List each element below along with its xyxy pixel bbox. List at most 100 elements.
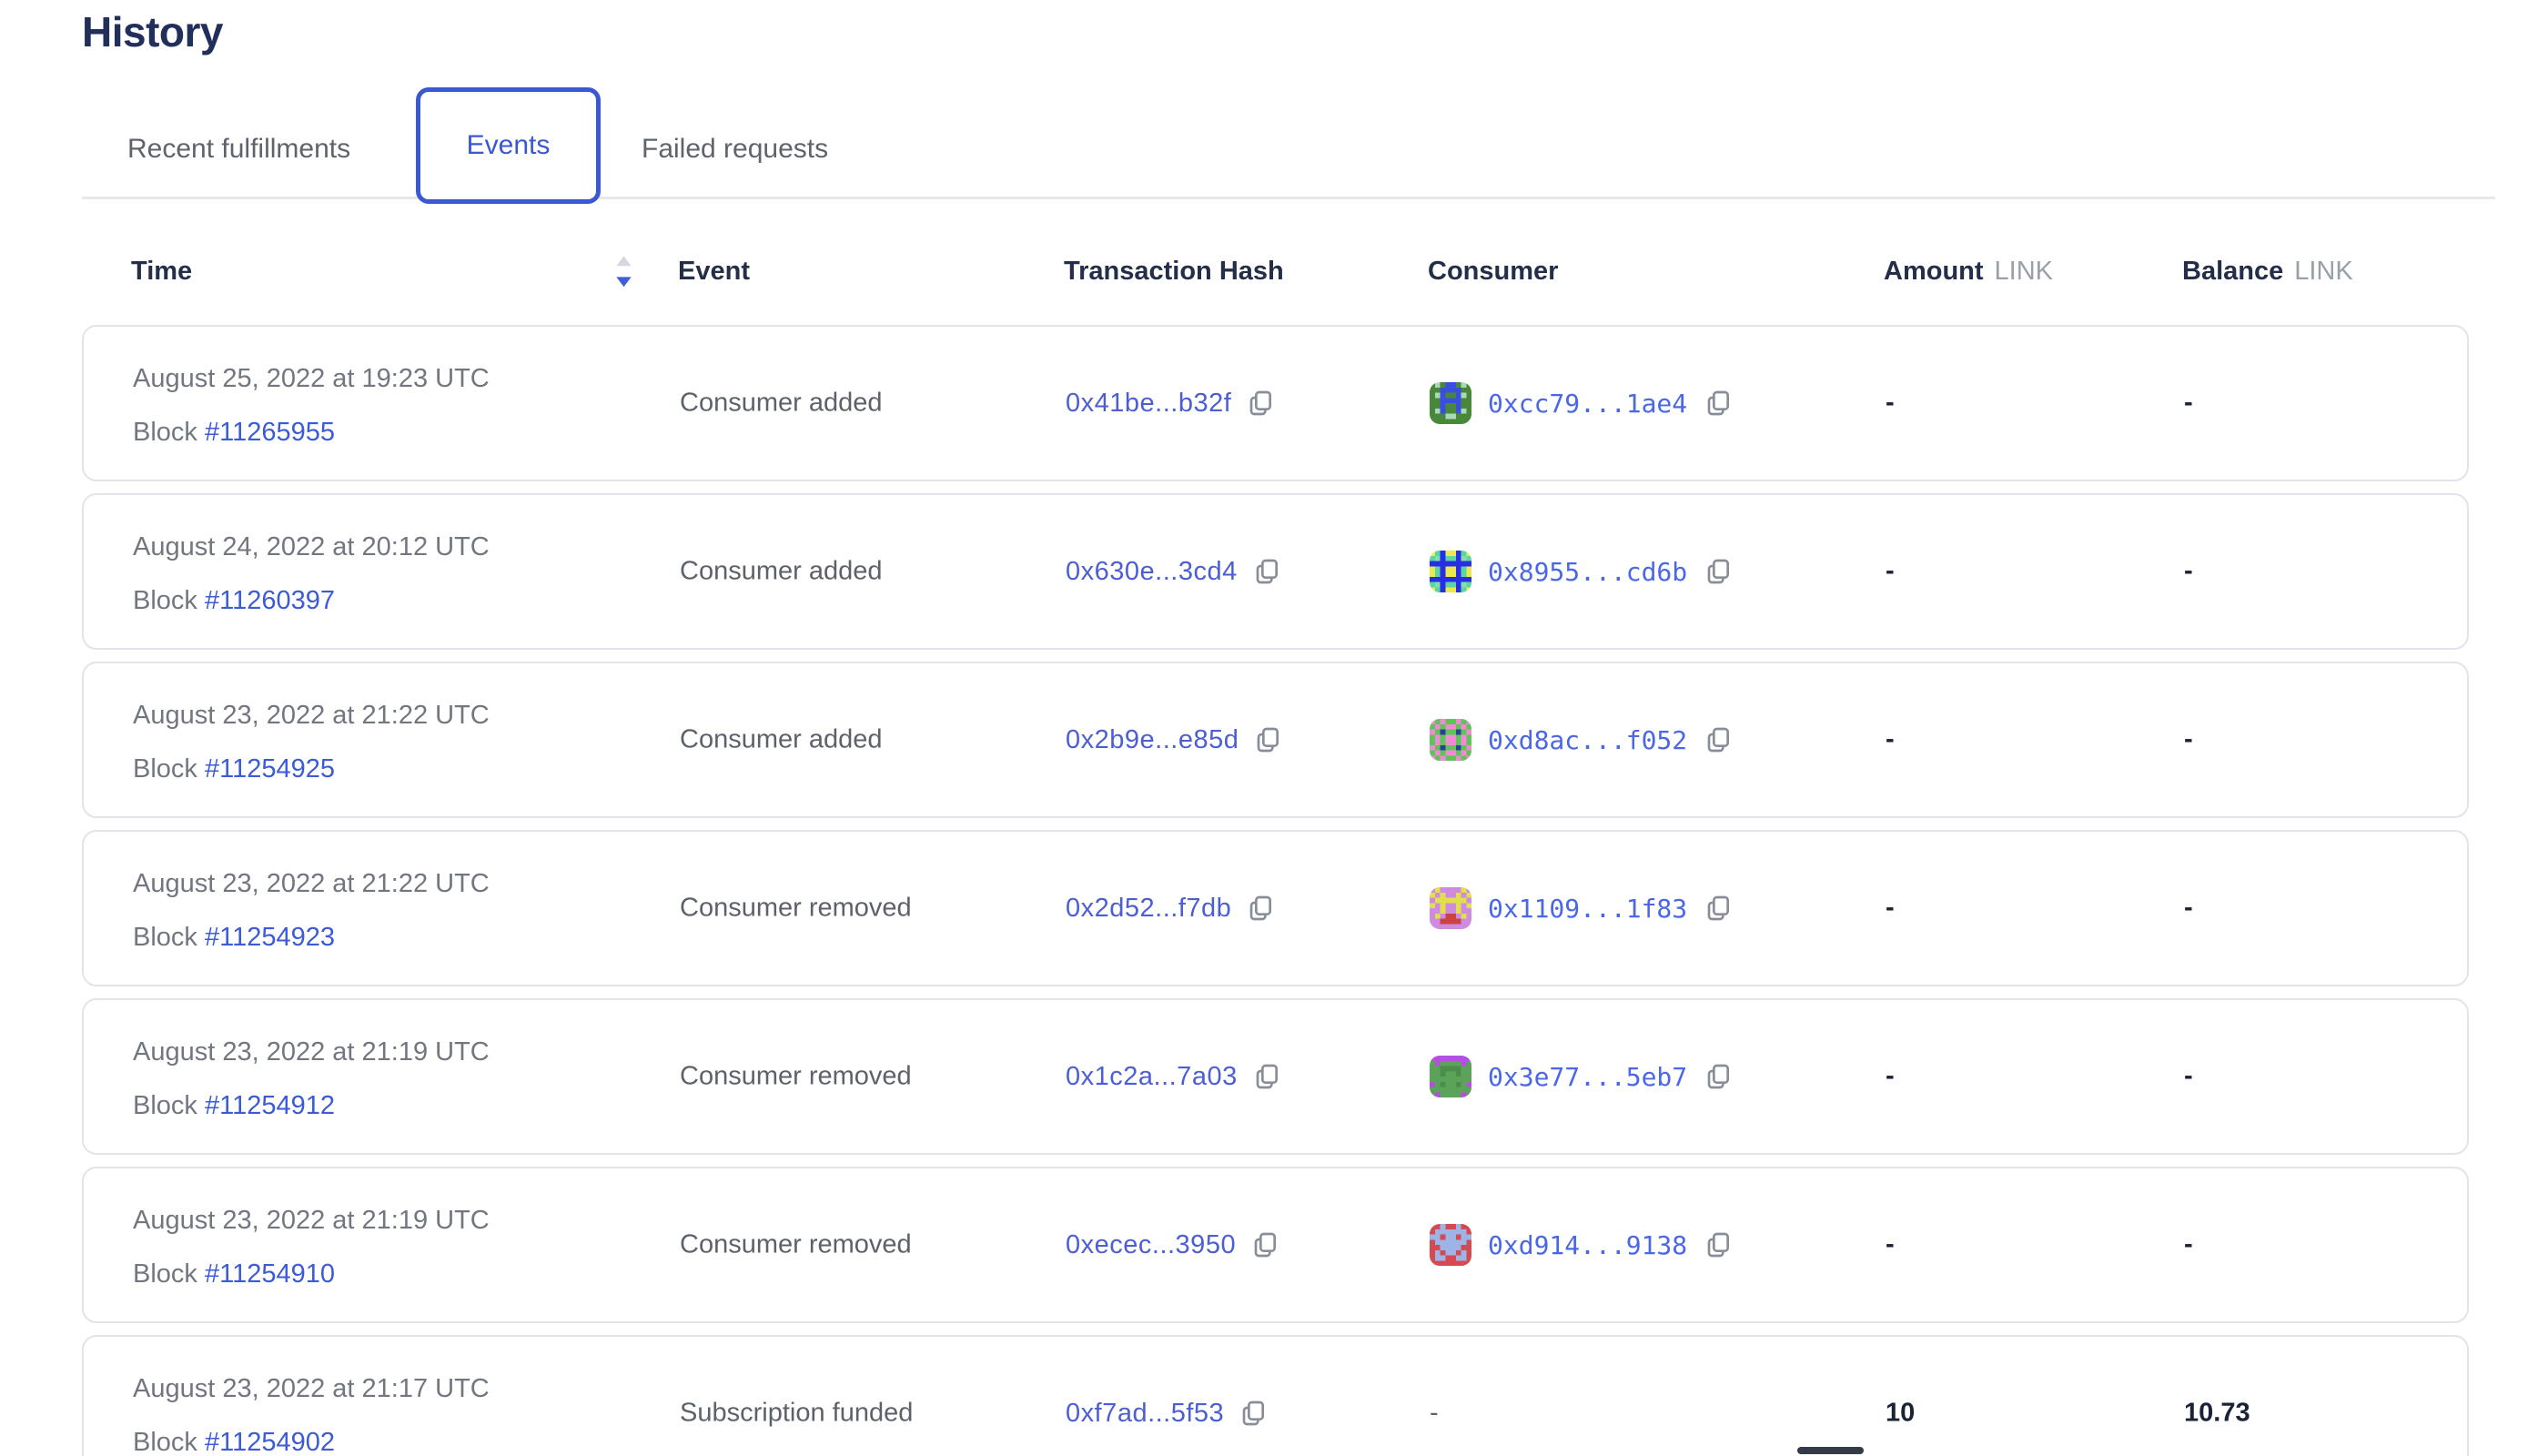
copy-icon[interactable] bbox=[1250, 1228, 1279, 1261]
column-header-consumer[interactable]: Consumer bbox=[1428, 257, 1558, 287]
row-timestamp: August 23, 2022 at 21:22 UTC bbox=[133, 701, 490, 731]
consumer-cell: - bbox=[1430, 1399, 1439, 1429]
consumer-cell: 0x1109...1f83 bbox=[1430, 887, 1733, 929]
block-line: Block #11260397 bbox=[133, 586, 490, 616]
block-line: Block #11254902 bbox=[133, 1428, 490, 1456]
consumer-address-link[interactable]: 0x3e77...5eb7 bbox=[1488, 1062, 1687, 1092]
tab-events[interactable]: Events bbox=[416, 87, 601, 204]
block-label: Block bbox=[133, 1428, 197, 1456]
event-type: Consumer removed bbox=[680, 894, 912, 924]
transaction-hash-link[interactable]: 0xf7ad...5f53 bbox=[1066, 1399, 1224, 1429]
balance-value: 10.73 bbox=[2184, 1399, 2250, 1429]
tab-recent-fulfillments[interactable]: Recent fulfillments bbox=[127, 134, 350, 165]
block-number-link[interactable]: #11260397 bbox=[205, 586, 335, 615]
consumer-avatar bbox=[1430, 1224, 1471, 1266]
copy-icon[interactable] bbox=[1246, 387, 1275, 420]
consumer-address-link[interactable]: 0xcc79...1ae4 bbox=[1488, 389, 1687, 419]
amount-value: - bbox=[1886, 1062, 1895, 1092]
balance-value: - bbox=[2184, 1062, 2193, 1092]
transaction-hash-link[interactable]: 0x630e...3cd4 bbox=[1066, 557, 1238, 587]
copy-icon[interactable] bbox=[1704, 555, 1733, 588]
row-timestamp: August 24, 2022 at 20:12 UTC bbox=[133, 532, 490, 562]
time-cell: August 23, 2022 at 21:17 UTC Block #1125… bbox=[133, 1374, 490, 1456]
consumer-avatar bbox=[1430, 551, 1471, 592]
consumer-avatar bbox=[1430, 887, 1471, 929]
tab-failed-requests[interactable]: Failed requests bbox=[642, 134, 828, 165]
balance-unit-label: LINK bbox=[2294, 257, 2352, 286]
column-header-transaction-hash[interactable]: Transaction Hash bbox=[1064, 257, 1284, 287]
consumer-address-link[interactable]: 0xd8ac...f052 bbox=[1488, 725, 1687, 755]
block-line: Block #11254925 bbox=[133, 754, 490, 784]
sort-descending-icon[interactable] bbox=[615, 255, 632, 294]
table-row: August 23, 2022 at 21:19 UTC Block #1125… bbox=[82, 998, 2469, 1155]
event-type: Consumer added bbox=[680, 725, 882, 755]
block-line: Block #11254912 bbox=[133, 1091, 490, 1121]
copy-icon[interactable] bbox=[1252, 555, 1281, 588]
event-type: Consumer removed bbox=[680, 1230, 912, 1260]
copy-icon[interactable] bbox=[1704, 1060, 1733, 1093]
time-cell: August 23, 2022 at 21:19 UTC Block #1125… bbox=[133, 1037, 490, 1121]
balance-value: - bbox=[2184, 557, 2193, 587]
transaction-hash-link[interactable]: 0xecec...3950 bbox=[1066, 1230, 1236, 1260]
copy-icon[interactable] bbox=[1704, 387, 1733, 420]
block-number-link[interactable]: #11254923 bbox=[205, 923, 335, 952]
consumer-address-link[interactable]: 0x1109...1f83 bbox=[1488, 894, 1687, 924]
consumer-address-link[interactable]: 0xd914...9138 bbox=[1488, 1230, 1687, 1260]
consumer-empty: - bbox=[1430, 1399, 1439, 1429]
block-number-link[interactable]: #11265955 bbox=[205, 418, 335, 447]
consumer-avatar bbox=[1430, 1056, 1471, 1097]
block-label: Block bbox=[133, 923, 197, 952]
amount-unit-label: LINK bbox=[1995, 257, 2053, 286]
copy-icon[interactable] bbox=[1253, 723, 1282, 756]
block-number-link[interactable]: #11254925 bbox=[205, 754, 335, 784]
transaction-hash-cell: 0x1c2a...7a03 bbox=[1066, 1060, 1281, 1093]
block-number-link[interactable]: #11254912 bbox=[205, 1091, 335, 1120]
table-row: August 23, 2022 at 21:17 UTC Block #1125… bbox=[82, 1335, 2469, 1456]
block-label: Block bbox=[133, 754, 197, 784]
column-header-balance[interactable]: Balance LINK bbox=[2182, 257, 2353, 287]
table-row: August 23, 2022 at 21:22 UTC Block #1125… bbox=[82, 830, 2469, 986]
column-header-amount[interactable]: Amount LINK bbox=[1884, 257, 2053, 287]
transaction-hash-link[interactable]: 0x2d52...f7db bbox=[1066, 894, 1231, 924]
consumer-avatar bbox=[1430, 719, 1471, 761]
time-cell: August 24, 2022 at 20:12 UTC Block #1126… bbox=[133, 532, 490, 616]
event-type: Consumer added bbox=[680, 557, 882, 587]
transaction-hash-link[interactable]: 0x2b9e...e85d bbox=[1066, 725, 1239, 755]
amount-value: - bbox=[1886, 894, 1895, 924]
block-number-link[interactable]: #11254902 bbox=[205, 1428, 335, 1456]
block-number-link[interactable]: #11254910 bbox=[205, 1259, 335, 1289]
consumer-cell: 0x3e77...5eb7 bbox=[1430, 1056, 1733, 1097]
copy-icon[interactable] bbox=[1704, 723, 1733, 756]
row-timestamp: August 25, 2022 at 19:23 UTC bbox=[133, 364, 490, 394]
row-timestamp: August 23, 2022 at 21:19 UTC bbox=[133, 1206, 490, 1236]
block-label: Block bbox=[133, 586, 197, 615]
page-title: History bbox=[82, 7, 223, 56]
consumer-cell: 0xcc79...1ae4 bbox=[1430, 382, 1733, 424]
copy-icon[interactable] bbox=[1252, 1060, 1281, 1093]
copy-icon[interactable] bbox=[1239, 1397, 1268, 1430]
consumer-cell: 0x8955...cd6b bbox=[1430, 551, 1733, 592]
scrollbar-thumb[interactable] bbox=[1797, 1447, 1864, 1454]
copy-icon[interactable] bbox=[1704, 1228, 1733, 1261]
copy-icon[interactable] bbox=[1246, 892, 1275, 925]
block-label: Block bbox=[133, 418, 197, 447]
time-cell: August 23, 2022 at 21:22 UTC Block #1125… bbox=[133, 869, 490, 953]
amount-header-label: Amount bbox=[1884, 257, 1984, 286]
column-header-time[interactable]: Time bbox=[131, 257, 192, 287]
transaction-hash-link[interactable]: 0x41be...b32f bbox=[1066, 389, 1231, 419]
block-line: Block #11265955 bbox=[133, 418, 490, 448]
balance-header-label: Balance bbox=[2182, 257, 2283, 286]
row-timestamp: August 23, 2022 at 21:19 UTC bbox=[133, 1037, 490, 1067]
amount-value: - bbox=[1886, 389, 1895, 419]
balance-value: - bbox=[2184, 894, 2193, 924]
row-timestamp: August 23, 2022 at 21:17 UTC bbox=[133, 1374, 490, 1404]
balance-value: - bbox=[2184, 389, 2193, 419]
transaction-hash-link[interactable]: 0x1c2a...7a03 bbox=[1066, 1062, 1238, 1092]
column-header-event[interactable]: Event bbox=[678, 257, 750, 287]
time-cell: August 23, 2022 at 21:19 UTC Block #1125… bbox=[133, 1206, 490, 1289]
consumer-address-link[interactable]: 0x8955...cd6b bbox=[1488, 557, 1687, 587]
block-label: Block bbox=[133, 1091, 197, 1120]
copy-icon[interactable] bbox=[1704, 892, 1733, 925]
time-cell: August 25, 2022 at 19:23 UTC Block #1126… bbox=[133, 364, 490, 448]
amount-value: - bbox=[1886, 725, 1895, 755]
